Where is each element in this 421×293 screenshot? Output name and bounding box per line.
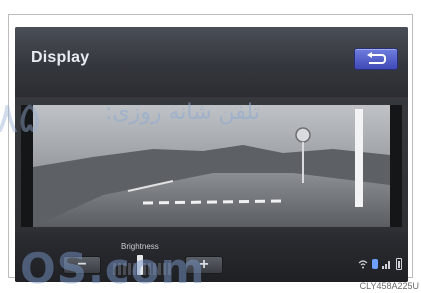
bluetooth-icon: [372, 259, 378, 269]
preview-right-edge: [390, 105, 402, 227]
back-arrow-icon: [367, 52, 386, 64]
page-title: Display: [31, 49, 90, 66]
watermark-persian-text: تلفن شانه روزی:: [105, 100, 260, 125]
signal-strength-icon: [382, 261, 390, 269]
figure-caption: CLY458A225U: [359, 281, 419, 291]
watermark-bottom-text: OS.com: [20, 244, 206, 293]
screen-header: Display: [15, 27, 408, 97]
status-icons: [358, 258, 402, 270]
wifi-icon: [358, 260, 368, 269]
back-button[interactable]: [354, 48, 398, 70]
watermark-digits: ۸۵: [0, 93, 42, 142]
battery-icon: [396, 258, 402, 270]
